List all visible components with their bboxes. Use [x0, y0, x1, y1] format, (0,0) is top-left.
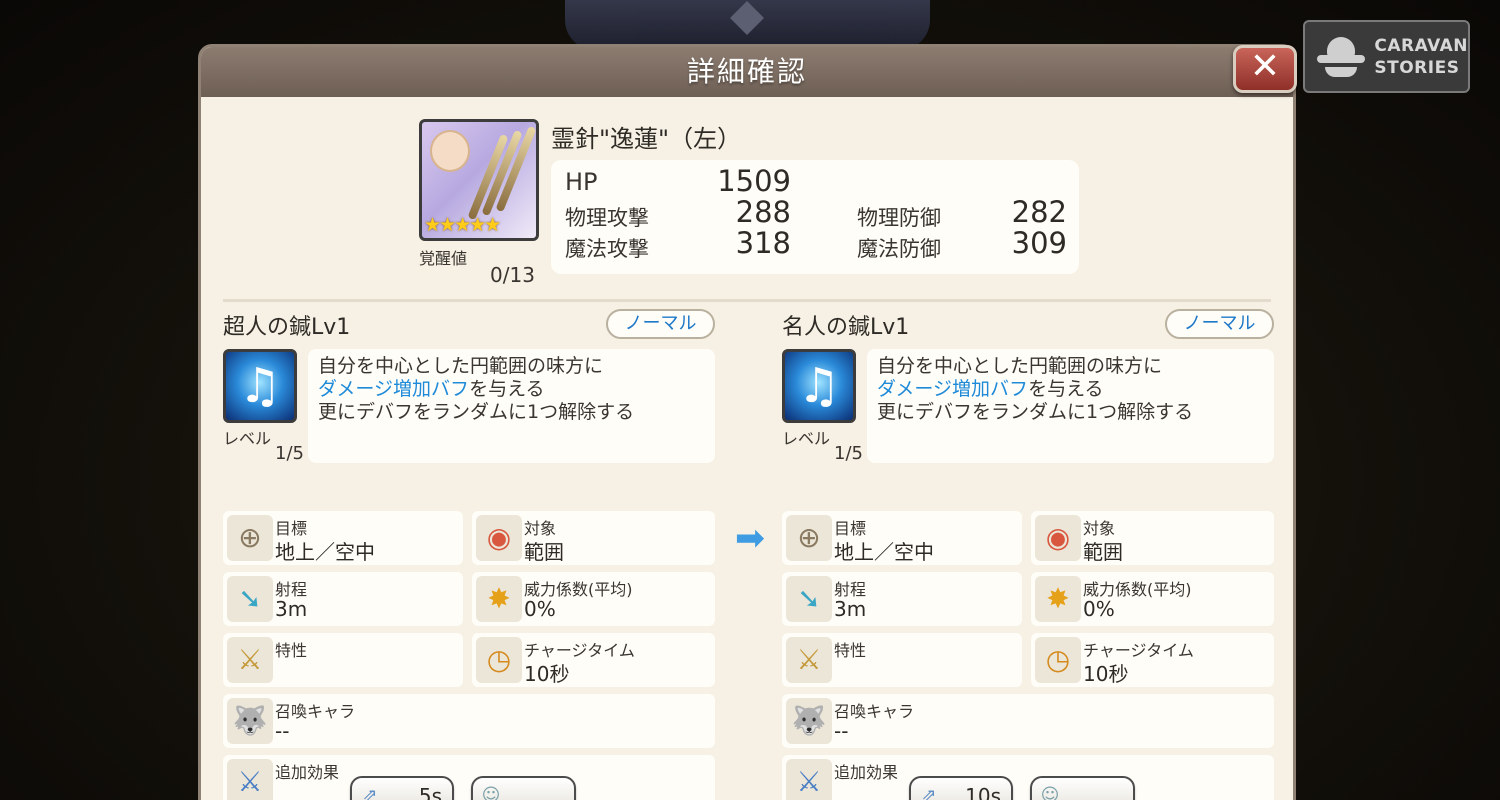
clock-icon: ◷ — [476, 637, 522, 683]
cleanse-icon: ☺ — [1040, 785, 1060, 800]
target-cell: ⊕ 目標 地上／空中 — [782, 511, 1022, 565]
phys-defense-value: 282 — [1011, 195, 1067, 229]
desc-line-3: 更にデバフをランダムに1つ解除する — [318, 401, 635, 423]
charge-cell: ◷ チャージタイム 10秒 — [472, 633, 715, 687]
level-value: 1/5 — [275, 443, 304, 464]
power-cell: ✸ 威力係数(平均) 0% — [1031, 572, 1274, 626]
desc-line-2: を与える — [469, 378, 545, 400]
desc-highlight: ダメージ増加バフ — [318, 378, 470, 400]
range-cell: ➘ 射程 3m — [223, 572, 463, 626]
trait-cell: ⚔ 特性 — [223, 633, 463, 687]
desc-line-1: 自分を中心とした円範囲の味方に — [318, 355, 604, 377]
awaken-label: 覚醒値 — [419, 249, 468, 268]
summon-cell: 🐺 召喚キャラ -- — [223, 694, 715, 748]
character-face-icon — [430, 130, 470, 172]
logo-line-2: STORIES — [1374, 57, 1460, 78]
skill-description: 自分を中心とした円範囲の味方に ダメージ増加バフを与える 更にデバフをランダムに… — [308, 349, 715, 463]
background-ornament — [565, 0, 930, 50]
scope-cell: ◉ 対象 範囲 — [1031, 511, 1274, 565]
buff-effect-button[interactable]: ⇗ 10s — [909, 776, 1013, 800]
arrow-right-icon: ➡ — [734, 518, 766, 559]
desc-line-3: 更にデバフをランダムに1つ解除する — [877, 401, 1194, 423]
divider — [223, 299, 1271, 302]
arrow-range-icon: ➘ — [227, 576, 273, 622]
sword-plus-icon: ⚔ — [227, 759, 273, 800]
logo-line-1: CARAVAN — [1374, 35, 1468, 56]
level-value: 1/5 — [834, 443, 863, 464]
hp-value: 1509 — [717, 164, 791, 198]
clock-icon: ◷ — [1035, 637, 1081, 683]
range-cell: ➘ 射程 3m — [782, 572, 1022, 626]
cleanse-icon: ☺ — [481, 785, 501, 800]
extra-effect-cell: ⚔ 追加効果 ⇗ 10s ☺ — [782, 755, 1274, 800]
sword-icon: ⚔ — [227, 637, 273, 683]
desc-highlight: ダメージ増加バフ — [877, 378, 1029, 400]
area-target-icon: ◉ — [1035, 515, 1081, 561]
sword-icon: ⚔ — [786, 637, 832, 683]
level-label: レベル — [782, 429, 831, 448]
dialog-title: 詳細確認 — [201, 47, 1293, 97]
crosshair-icon: ⊕ — [786, 515, 832, 561]
summon-cell: 🐺 召喚キャラ -- — [782, 694, 1274, 748]
explosion-icon: ✸ — [476, 576, 522, 622]
item-name: 霊針"逸蓮"（左） — [551, 125, 742, 153]
skill-title: 名人の鍼Lv1 — [782, 315, 910, 340]
close-button[interactable]: ✕ — [1233, 45, 1297, 93]
detail-dialog: 詳細確認 ★★★★★ 覚醒値 0/13 霊針"逸蓮"（左） HP 1509 物理… — [198, 44, 1296, 800]
phys-attack-value: 288 — [735, 195, 791, 229]
target-cell: ⊕ 目標 地上／空中 — [223, 511, 463, 565]
phys-attack-label: 物理攻撃 — [565, 206, 649, 230]
buff-up-icon: ⇗ — [362, 785, 378, 800]
magic-attack-value: 318 — [735, 226, 791, 260]
phys-defense-label: 物理防御 — [857, 206, 941, 230]
explosion-icon: ✸ — [1035, 576, 1081, 622]
sword-plus-icon: ⚔ — [786, 759, 832, 800]
item-icon[interactable]: ★★★★★ — [419, 119, 539, 241]
magic-attack-label: 魔法攻撃 — [565, 237, 649, 261]
charge-cell: ◷ チャージタイム 10秒 — [1031, 633, 1274, 687]
cleanse-effect-button[interactable]: ☺ — [1030, 776, 1135, 800]
magic-defense-value: 309 — [1011, 226, 1067, 260]
wolf-icon: 🐺 — [786, 698, 832, 744]
extra-effect-cell: ⚔ 追加効果 ⇗ 5s ☺ — [223, 755, 715, 800]
area-target-icon: ◉ — [476, 515, 522, 561]
stats-panel: HP 1509 物理攻撃 288 魔法攻撃 318 物理防御 282 魔法防御 … — [551, 160, 1079, 274]
desc-line-2: を与える — [1028, 378, 1104, 400]
skill-title: 超人の鍼Lv1 — [223, 315, 351, 340]
arrow-range-icon: ➘ — [786, 576, 832, 622]
rarity-stars: ★★★★★ — [424, 214, 501, 236]
scope-cell: ◉ 対象 範囲 — [472, 511, 715, 565]
caravan-stories-logo: CARAVAN STORIES — [1303, 20, 1470, 93]
hp-label: HP — [565, 168, 598, 196]
skill-description: 自分を中心とした円範囲の味方に ダメージ増加バフを与える 更にデバフをランダムに… — [867, 349, 1274, 463]
power-cell: ✸ 威力係数(平均) 0% — [472, 572, 715, 626]
music-note-icon: ♫ — [782, 349, 856, 423]
magic-defense-label: 魔法防御 — [857, 237, 941, 261]
level-label: レベル — [223, 429, 272, 448]
logo-mark-icon — [1313, 29, 1368, 85]
cleanse-effect-button[interactable]: ☺ — [471, 776, 576, 800]
awaken-value: 0/13 — [490, 263, 535, 287]
crosshair-icon: ⊕ — [227, 515, 273, 561]
buff-effect-button[interactable]: ⇗ 5s — [350, 776, 454, 800]
wolf-icon: 🐺 — [227, 698, 273, 744]
trait-cell: ⚔ 特性 — [782, 633, 1022, 687]
buff-up-icon: ⇗ — [921, 785, 937, 800]
desc-line-1: 自分を中心とした円範囲の味方に — [877, 355, 1163, 377]
skill-type-badge: ノーマル — [1165, 309, 1274, 339]
skill-type-badge: ノーマル — [606, 309, 715, 339]
music-note-icon: ♫ — [223, 349, 297, 423]
